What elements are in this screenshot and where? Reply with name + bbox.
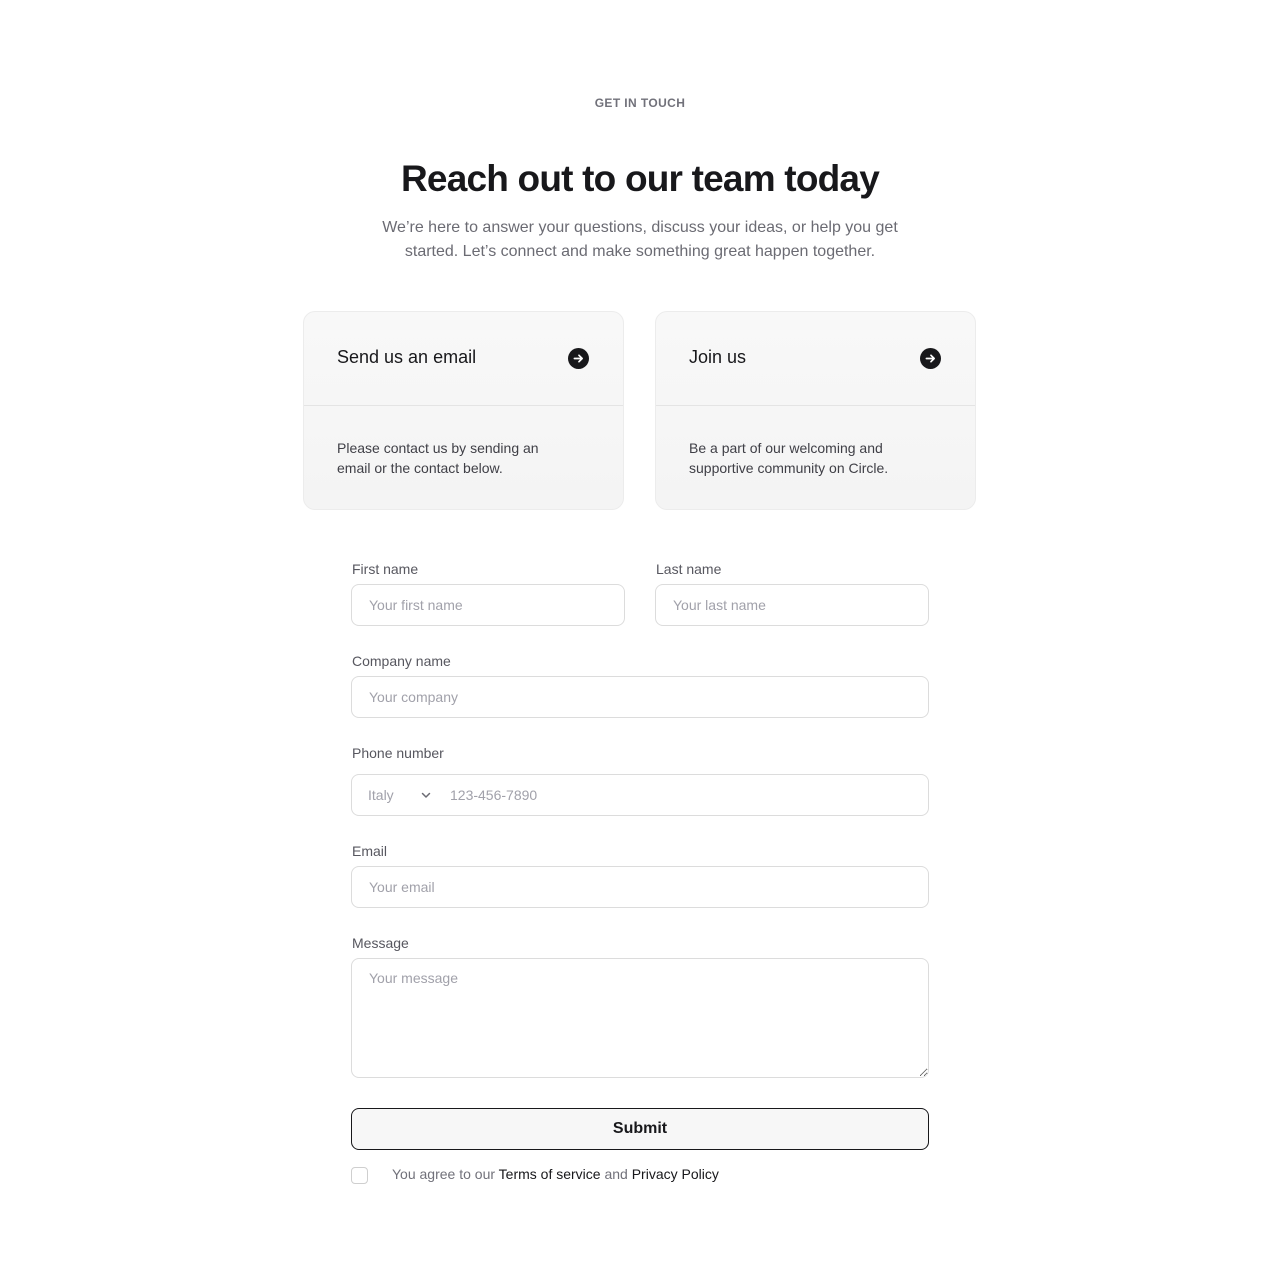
email-input[interactable] [351,866,929,908]
email-label: Email [352,843,388,859]
submit-button[interactable]: Submit [351,1108,929,1150]
card-description: Please contact us by sending an email or… [337,440,539,476]
phone-label: Phone number [352,745,444,761]
country-select[interactable]: Italy [368,775,394,815]
card-title: Join us [689,347,747,367]
page-title: Reach out to our team today [401,158,880,199]
phone-input[interactable] [448,775,922,815]
page-subtitle: We’re here to answer your questions, dis… [382,219,898,260]
chevron-down-icon[interactable] [420,789,432,801]
agreement-prefix: You agree to our [392,1166,496,1182]
contact-page: GET IN TOUCH Reach out to our team today… [0,0,1280,1281]
company-input[interactable] [351,676,929,718]
arrow-right-circle-icon[interactable] [568,348,589,369]
agree-checkbox[interactable] [351,1167,368,1184]
card-header: Join us [656,312,975,406]
card-header: Send us an email [304,312,623,406]
last-name-label: Last name [656,561,722,577]
join-card[interactable]: Join us Be a part of our welcoming and s… [655,311,976,510]
privacy-link[interactable]: Privacy Policy [632,1166,719,1182]
company-label: Company name [352,653,451,669]
phone-field: Italy [351,774,929,816]
last-name-input[interactable] [655,584,929,626]
email-card[interactable]: Send us an email Please contact us by se… [303,311,624,510]
first-name-label: First name [352,561,419,577]
terms-link[interactable]: Terms of service [499,1166,601,1182]
card-description: Be a part of our welcoming and supportiv… [689,440,889,476]
agreement-connector: and [604,1166,628,1182]
message-label: Message [352,935,409,951]
card-title: Send us an email [337,347,477,367]
eyebrow-label: GET IN TOUCH [594,96,686,110]
message-textarea[interactable] [351,958,929,1078]
agreement-text: You agree to our Terms of service and Pr… [392,1166,719,1182]
first-name-input[interactable] [351,584,625,626]
arrow-right-circle-icon[interactable] [920,348,941,369]
